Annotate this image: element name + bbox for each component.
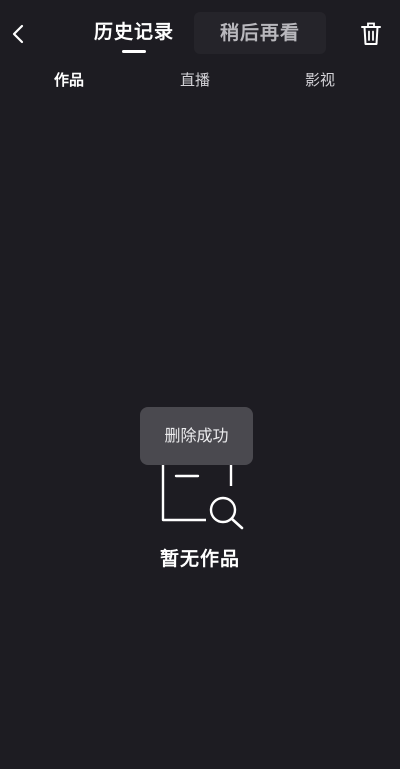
top-nav-bar: 历史记录 稍后再看 — [0, 0, 400, 62]
history-screen: 历史记录 稍后再看 作品 直播 影视 暂无作品 删除成功 — [0, 0, 400, 769]
tab-watch-later-label: 稍后再看 — [219, 22, 300, 44]
subtab-live[interactable]: 直播 — [180, 64, 210, 96]
subtab-works[interactable]: 作品 — [54, 64, 84, 96]
content-subtabs: 作品 直播 影视 — [0, 64, 400, 96]
back-button[interactable] — [4, 18, 32, 50]
delete-button[interactable] — [358, 20, 384, 48]
tab-history[interactable]: 历史记录 — [92, 14, 176, 54]
tab-history-label: 历史记录 — [93, 21, 174, 43]
empty-state-text: 暂无作品 — [159, 548, 240, 570]
toast-message: 删除成功 — [140, 407, 253, 465]
trash-icon — [361, 22, 381, 45]
tab-watch-later[interactable]: 稍后再看 — [194, 12, 326, 54]
subtab-film-tv[interactable]: 影视 — [305, 64, 335, 96]
active-tab-indicator — [122, 50, 146, 53]
chevron-left-icon — [12, 24, 24, 44]
